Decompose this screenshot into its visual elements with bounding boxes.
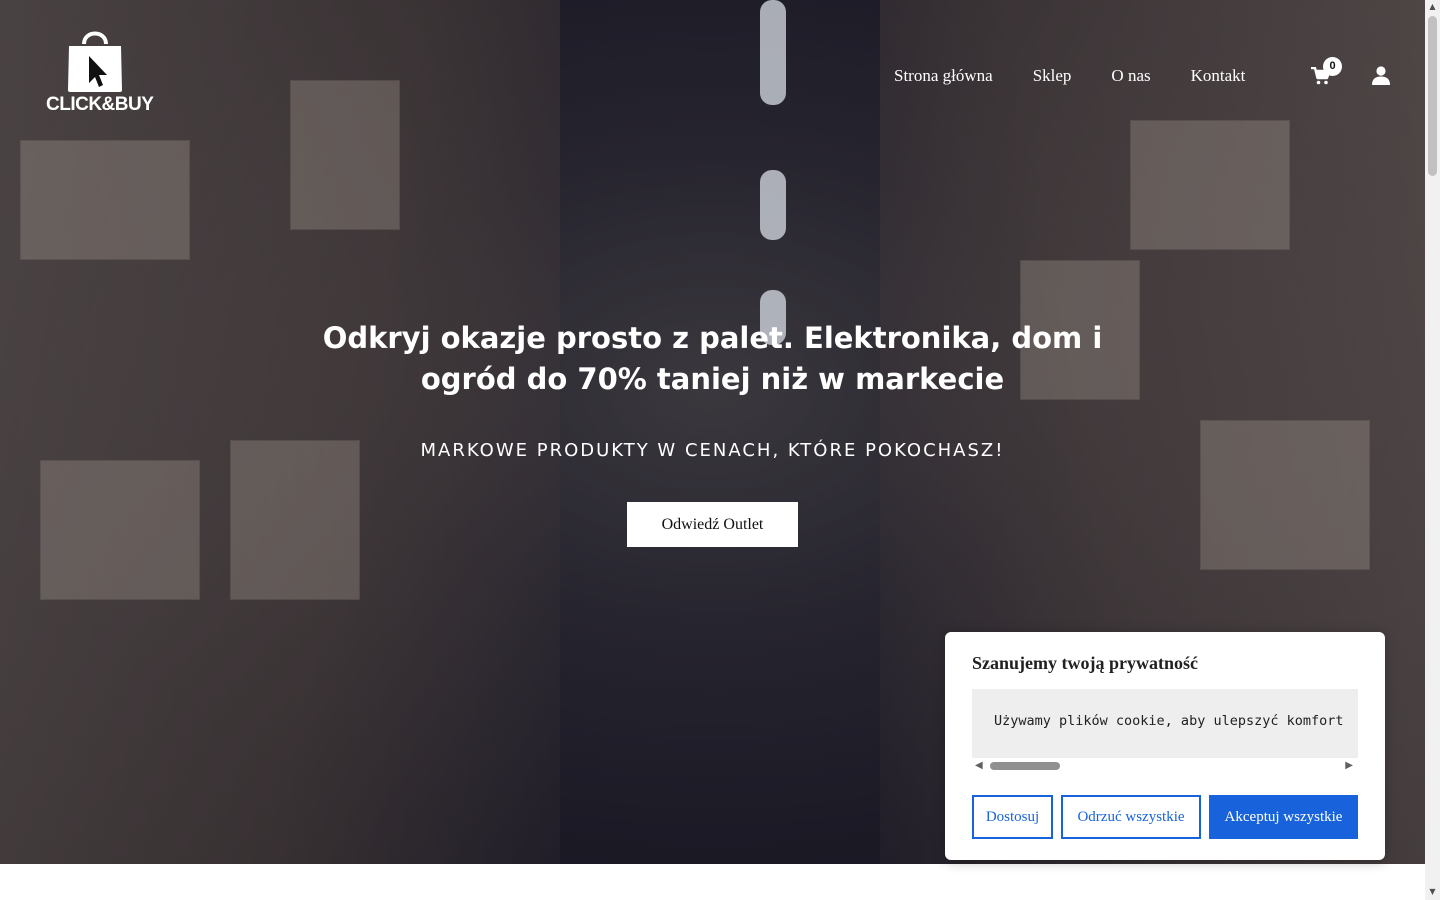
ceiling-light [760, 0, 786, 105]
cookie-text-scrollbar[interactable]: ◀ ▶ [972, 759, 1358, 773]
box [1200, 420, 1370, 570]
scroll-up-arrow-icon[interactable]: ▲ [1428, 2, 1437, 11]
ceiling-light [760, 170, 786, 240]
logo[interactable]: CLICK&BUY [46, 28, 154, 120]
cart-count-badge: 0 [1323, 57, 1342, 76]
page-scrollbar-thumb[interactable] [1428, 16, 1437, 176]
user-icon[interactable] [1372, 66, 1390, 85]
scroll-left-arrow-icon[interactable]: ◀ [975, 759, 983, 773]
box [230, 440, 360, 600]
hero-subtitle: MARKOWE PRODUKTY W CENACH, KTÓRE POKOCHA… [420, 440, 1005, 461]
shopping-bag-logo-icon [68, 31, 122, 92]
cookie-scrollbar-thumb[interactable] [990, 762, 1060, 770]
box [40, 460, 200, 600]
cookie-text: Używamy plików cookie, aby ulepszyć komf… [994, 713, 1344, 729]
hero-title: Odkryj okazje prosto z palet. Elektronik… [322, 321, 1103, 396]
nav-link-home[interactable]: Strona główna [894, 64, 993, 88]
scroll-right-arrow-icon[interactable]: ▶ [1345, 759, 1353, 773]
cookie-consent-panel: Szanujemy twoją prywatność Używamy plikó… [945, 632, 1385, 860]
shelf-left [0, 0, 560, 864]
main-nav: Strona główna Sklep O nas Kontakt [894, 64, 1245, 88]
scroll-down-arrow-icon[interactable]: ▼ [1428, 887, 1437, 896]
visit-outlet-button[interactable]: Odwiedź Outlet [627, 502, 798, 547]
box [1130, 120, 1290, 250]
customize-cookies-button[interactable]: Dostosuj [972, 795, 1053, 839]
box [290, 80, 400, 230]
nav-link-shop[interactable]: Sklep [1033, 64, 1072, 88]
nav-link-contact[interactable]: Kontakt [1191, 64, 1246, 88]
cookie-text-box[interactable]: Używamy plików cookie, aby ulepszyć komf… [972, 689, 1358, 758]
nav-link-about[interactable]: O nas [1111, 64, 1150, 88]
cookie-title: Szanujemy twoją prywatność [972, 653, 1198, 673]
logo-text: CLICK&BUY [46, 94, 154, 115]
accept-all-cookies-button[interactable]: Akceptuj wszystkie [1209, 795, 1358, 839]
box [20, 140, 190, 260]
reject-all-cookies-button[interactable]: Odrzuć wszystkie [1061, 795, 1201, 839]
